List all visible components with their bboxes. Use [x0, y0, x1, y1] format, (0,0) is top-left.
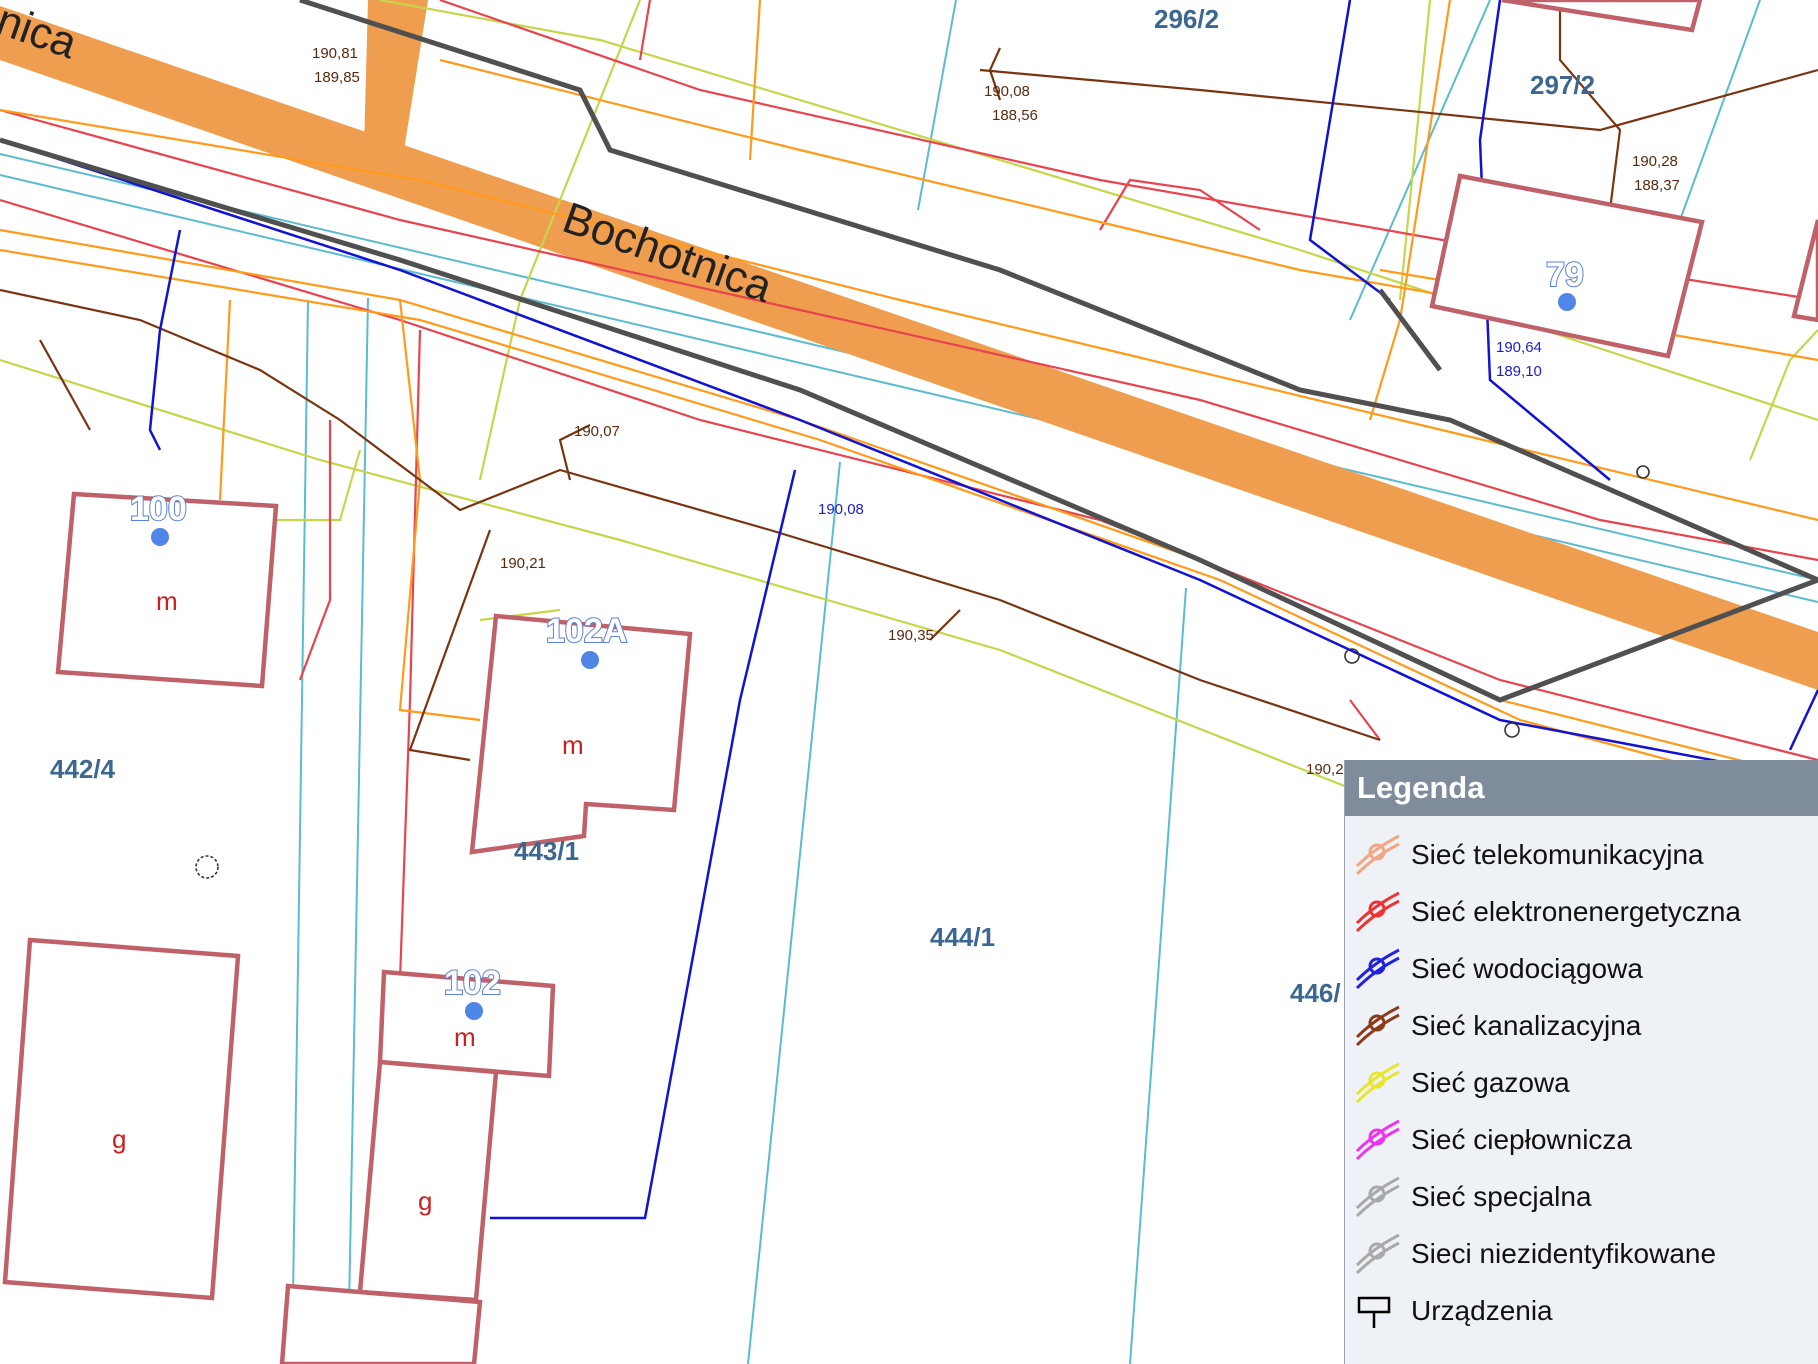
legend-item: Sieć telekomunikacyjna: [1353, 826, 1818, 883]
legend-item: Sieć elektronenergetyczna: [1353, 883, 1818, 940]
elevation-label: 190,08: [818, 501, 864, 518]
legend-item: Sieć kanalizacyjna: [1353, 997, 1818, 1054]
legend-item: Sieć ciepłownicza: [1353, 1111, 1818, 1168]
legend-title: Legenda: [1345, 760, 1818, 816]
legend-item: Sieć specjalna: [1353, 1168, 1818, 1225]
legend-label: Sieć wodociągowa: [1411, 952, 1643, 984]
parcel-label: 444/1: [930, 922, 995, 952]
legend-list: Sieć telekomunikacyjna Sieć elektronenerg…: [1345, 816, 1818, 1339]
network-symbol-icon: [1355, 1062, 1400, 1103]
legend-label: Sieć gazowa: [1411, 1066, 1570, 1098]
elevation-label: 190,35: [888, 627, 934, 644]
legend-item: Sieć gazowa: [1353, 1054, 1818, 1111]
legend-panel: Legenda Sieć telekomunikacyjna Sieć elekt…: [1344, 760, 1818, 1364]
elevation-label: 190,81: [312, 45, 358, 62]
network-symbol-icon: [1355, 1176, 1400, 1217]
elevation-label: 190,64: [1496, 339, 1542, 356]
legend-label: Sieć elektronenergetyczna: [1411, 895, 1741, 927]
network-symbol-icon: [1355, 891, 1400, 932]
elevation-label: 188,56: [992, 107, 1038, 124]
legend-item: Sieci niezidentyfikowane: [1353, 1225, 1818, 1282]
building-code: m: [454, 1022, 476, 1052]
road: [0, 6, 1818, 690]
network-symbol-icon: [1355, 1005, 1400, 1046]
legend-item: Urządzenia: [1353, 1282, 1818, 1339]
address-label: 100: [130, 490, 187, 528]
parcel-label: 296/2: [1154, 4, 1219, 34]
network-symbol-icon: [1355, 948, 1400, 989]
network-symbol-icon: [1355, 1119, 1400, 1160]
elevation-label: 189,10: [1496, 363, 1542, 380]
address-label: 79: [1546, 256, 1584, 294]
elevation-label: 190,07: [574, 423, 620, 440]
building-code: m: [156, 586, 178, 616]
elevation-label: 190,28: [1632, 153, 1678, 170]
building-code: g: [418, 1186, 432, 1216]
network-symbol-icon: [1355, 1233, 1400, 1274]
parcel-label: 446/: [1290, 978, 1341, 1008]
address-label: 102: [444, 964, 501, 1002]
elevation-label: 190,21: [500, 555, 546, 572]
building-code: g: [112, 1124, 126, 1154]
building-code: m: [562, 730, 584, 760]
legend-label: Sieć specjalna: [1411, 1180, 1592, 1212]
elevation-label: 190,08: [984, 83, 1030, 100]
parcel-label: 443/1: [514, 836, 579, 866]
legend-item: Sieć wodociągowa: [1353, 940, 1818, 997]
legend-label: Sieć telekomunikacyjna: [1411, 838, 1704, 870]
network-symbol-icon: [1355, 834, 1400, 875]
elevation-label: 189,85: [314, 69, 360, 86]
device-symbol-icon: [1357, 1296, 1391, 1328]
legend-label: Urządzenia: [1411, 1294, 1553, 1326]
parcel-label: 442/4: [50, 754, 116, 784]
elevation-label: 188,37: [1634, 177, 1680, 194]
legend-label: Sieć kanalizacyjna: [1411, 1009, 1642, 1041]
legend-label: Sieć ciepłownicza: [1411, 1123, 1632, 1155]
parcel-label: 297/2: [1530, 70, 1595, 100]
legend-label: Sieci niezidentyfikowane: [1411, 1237, 1717, 1269]
address-label: 102A: [546, 612, 627, 650]
